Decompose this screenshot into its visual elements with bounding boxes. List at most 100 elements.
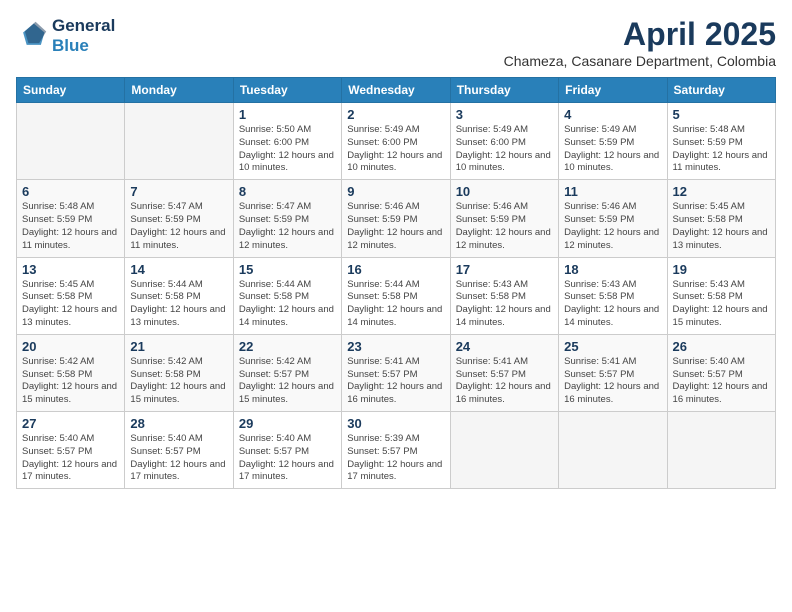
day-detail: Sunrise: 5:46 AMSunset: 5:59 PMDaylight:… <box>456 201 553 252</box>
calendar-day-cell: 18 Sunrise: 5:43 AMSunset: 5:58 PMDayligh… <box>559 257 667 334</box>
calendar-day-cell <box>17 103 125 180</box>
logo-icon <box>16 20 48 52</box>
day-number: 3 <box>456 107 553 122</box>
day-detail: Sunrise: 5:47 AMSunset: 5:59 PMDaylight:… <box>130 201 227 252</box>
day-detail: Sunrise: 5:41 AMSunset: 5:57 PMDaylight:… <box>347 356 444 407</box>
calendar-day-cell: 23 Sunrise: 5:41 AMSunset: 5:57 PMDayligh… <box>342 334 450 411</box>
calendar-day-cell: 21 Sunrise: 5:42 AMSunset: 5:58 PMDayligh… <box>125 334 233 411</box>
day-detail: Sunrise: 5:46 AMSunset: 5:59 PMDaylight:… <box>347 201 444 252</box>
weekday-header-wednesday: Wednesday <box>342 78 450 103</box>
day-number: 15 <box>239 262 336 277</box>
day-detail: Sunrise: 5:42 AMSunset: 5:58 PMDaylight:… <box>22 356 119 407</box>
day-detail: Sunrise: 5:40 AMSunset: 5:57 PMDaylight:… <box>673 356 770 407</box>
day-detail: Sunrise: 5:44 AMSunset: 5:58 PMDaylight:… <box>347 279 444 330</box>
day-number: 9 <box>347 184 444 199</box>
calendar-day-cell: 4 Sunrise: 5:49 AMSunset: 5:59 PMDaylight… <box>559 103 667 180</box>
day-number: 23 <box>347 339 444 354</box>
calendar-day-cell: 29Sunrise: 5:40 AMSunset: 5:57 PMDayligh… <box>233 412 341 489</box>
day-detail: Sunrise: 5:41 AMSunset: 5:57 PMDaylight:… <box>456 356 553 407</box>
calendar-day-cell: 14 Sunrise: 5:44 AMSunset: 5:58 PMDayligh… <box>125 257 233 334</box>
day-number: 10 <box>456 184 553 199</box>
day-number: 28 <box>130 416 227 431</box>
calendar-day-cell: 22Sunrise: 5:42 AMSunset: 5:57 PMDayligh… <box>233 334 341 411</box>
day-number: 11 <box>564 184 661 199</box>
day-detail: Sunrise: 5:43 AMSunset: 5:58 PMDaylight:… <box>673 279 770 330</box>
calendar-day-cell: 25 Sunrise: 5:41 AMSunset: 5:57 PMDayligh… <box>559 334 667 411</box>
day-number: 21 <box>130 339 227 354</box>
day-number: 1 <box>239 107 336 122</box>
day-detail: Sunrise: 5:44 AMSunset: 5:58 PMDaylight:… <box>130 279 227 330</box>
calendar-day-cell: 17 Sunrise: 5:43 AMSunset: 5:58 PMDayligh… <box>450 257 558 334</box>
calendar-day-cell: 16 Sunrise: 5:44 AMSunset: 5:58 PMDayligh… <box>342 257 450 334</box>
day-detail: Sunrise: 5:43 AMSunset: 5:58 PMDaylight:… <box>564 279 661 330</box>
calendar-day-cell <box>667 412 775 489</box>
day-detail: Sunrise: 5:41 AMSunset: 5:57 PMDaylight:… <box>564 356 661 407</box>
calendar-day-cell: 26 Sunrise: 5:40 AMSunset: 5:57 PMDayligh… <box>667 334 775 411</box>
day-number: 30 <box>347 416 444 431</box>
calendar-day-cell: 15 Sunrise: 5:44 AMSunset: 5:58 PMDayligh… <box>233 257 341 334</box>
calendar-day-cell: 12 Sunrise: 5:45 AMSunset: 5:58 PMDayligh… <box>667 180 775 257</box>
calendar-day-cell <box>559 412 667 489</box>
calendar-day-cell: 28 Sunrise: 5:40 AMSunset: 5:57 PMDayligh… <box>125 412 233 489</box>
day-number: 20 <box>22 339 119 354</box>
day-detail: Sunrise: 5:43 AMSunset: 5:58 PMDaylight:… <box>456 279 553 330</box>
calendar-day-cell: 20 Sunrise: 5:42 AMSunset: 5:58 PMDayligh… <box>17 334 125 411</box>
day-number: 14 <box>130 262 227 277</box>
calendar-day-cell: 30 Sunrise: 5:39 AMSunset: 5:57 PMDayligh… <box>342 412 450 489</box>
day-detail: Sunrise: 5:45 AMSunset: 5:58 PMDaylight:… <box>22 279 119 330</box>
weekday-header-friday: Friday <box>559 78 667 103</box>
logo-text: General Blue <box>52 16 115 56</box>
day-number: 7 <box>130 184 227 199</box>
calendar-week-row: 6 Sunrise: 5:48 AMSunset: 5:59 PMDaylight… <box>17 180 776 257</box>
day-detail: Sunrise: 5:45 AMSunset: 5:58 PMDaylight:… <box>673 201 770 252</box>
day-number: 12 <box>673 184 770 199</box>
calendar-day-cell: 6 Sunrise: 5:48 AMSunset: 5:59 PMDaylight… <box>17 180 125 257</box>
day-detail: Sunrise: 5:40 AMSunset: 5:57 PMDaylight:… <box>22 433 119 484</box>
day-detail: Sunrise: 5:42 AMSunset: 5:57 PMDaylight:… <box>239 356 336 407</box>
day-detail: Sunrise: 5:48 AMSunset: 5:59 PMDaylight:… <box>673 124 770 175</box>
calendar-day-cell: 9 Sunrise: 5:46 AMSunset: 5:59 PMDaylight… <box>342 180 450 257</box>
day-detail: Sunrise: 5:46 AMSunset: 5:59 PMDaylight:… <box>564 201 661 252</box>
day-number: 26 <box>673 339 770 354</box>
day-number: 5 <box>673 107 770 122</box>
day-number: 25 <box>564 339 661 354</box>
day-detail: Sunrise: 5:49 AMSunset: 6:00 PMDaylight:… <box>456 124 553 175</box>
day-detail: Sunrise: 5:50 AMSunset: 6:00 PMDaylight:… <box>239 124 336 175</box>
weekday-header-row: SundayMondayTuesdayWednesdayThursdayFrid… <box>17 78 776 103</box>
calendar-week-row: 27 Sunrise: 5:40 AMSunset: 5:57 PMDayligh… <box>17 412 776 489</box>
day-number: 13 <box>22 262 119 277</box>
location: Chameza, Casanare Department, Colombia <box>504 53 776 69</box>
day-detail: Sunrise: 5:47 AMSunset: 5:59 PMDaylight:… <box>239 201 336 252</box>
calendar-week-row: 20 Sunrise: 5:42 AMSunset: 5:58 PMDayligh… <box>17 334 776 411</box>
day-number: 24 <box>456 339 553 354</box>
day-detail: Sunrise: 5:39 AMSunset: 5:57 PMDaylight:… <box>347 433 444 484</box>
day-number: 16 <box>347 262 444 277</box>
calendar-week-row: 13 Sunrise: 5:45 AMSunset: 5:58 PMDayligh… <box>17 257 776 334</box>
calendar-day-cell: 27 Sunrise: 5:40 AMSunset: 5:57 PMDayligh… <box>17 412 125 489</box>
calendar-day-cell: 24 Sunrise: 5:41 AMSunset: 5:57 PMDayligh… <box>450 334 558 411</box>
day-detail: Sunrise: 5:40 AMSunset: 5:57 PMDaylight:… <box>130 433 227 484</box>
day-detail: Sunrise: 5:49 AMSunset: 5:59 PMDaylight:… <box>564 124 661 175</box>
page-header: General Blue April 2025 Chameza, Casanar… <box>16 16 776 69</box>
calendar-day-cell: 3 Sunrise: 5:49 AMSunset: 6:00 PMDaylight… <box>450 103 558 180</box>
calendar-day-cell: 2Sunrise: 5:49 AMSunset: 6:00 PMDaylight… <box>342 103 450 180</box>
weekday-header-sunday: Sunday <box>17 78 125 103</box>
day-number: 18 <box>564 262 661 277</box>
calendar-table: SundayMondayTuesdayWednesdayThursdayFrid… <box>16 77 776 489</box>
logo: General Blue <box>16 16 115 56</box>
month-year: April 2025 <box>504 16 776 53</box>
day-number: 27 <box>22 416 119 431</box>
day-number: 6 <box>22 184 119 199</box>
calendar-day-cell: 13 Sunrise: 5:45 AMSunset: 5:58 PMDayligh… <box>17 257 125 334</box>
day-detail: Sunrise: 5:48 AMSunset: 5:59 PMDaylight:… <box>22 201 119 252</box>
calendar-week-row: 1 Sunrise: 5:50 AMSunset: 6:00 PMDaylight… <box>17 103 776 180</box>
calendar-day-cell: 19Sunrise: 5:43 AMSunset: 5:58 PMDayligh… <box>667 257 775 334</box>
day-detail: Sunrise: 5:44 AMSunset: 5:58 PMDaylight:… <box>239 279 336 330</box>
calendar-day-cell: 10 Sunrise: 5:46 AMSunset: 5:59 PMDayligh… <box>450 180 558 257</box>
day-number: 4 <box>564 107 661 122</box>
calendar-day-cell: 11 Sunrise: 5:46 AMSunset: 5:59 PMDayligh… <box>559 180 667 257</box>
weekday-header-thursday: Thursday <box>450 78 558 103</box>
day-detail: Sunrise: 5:42 AMSunset: 5:58 PMDaylight:… <box>130 356 227 407</box>
weekday-header-saturday: Saturday <box>667 78 775 103</box>
day-number: 17 <box>456 262 553 277</box>
